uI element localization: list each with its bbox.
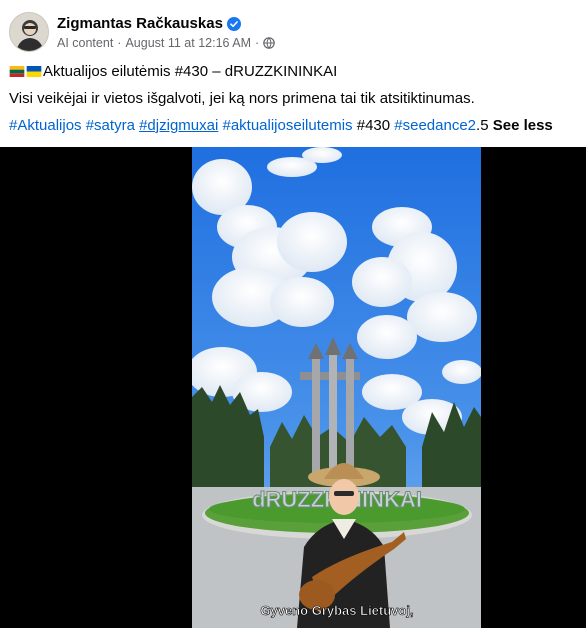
meta-separator: · [117,36,122,50]
meta-separator-2: · [255,36,260,50]
hashtag-link[interactable]: #Aktualijos [9,117,82,134]
verified-badge-icon [226,16,241,31]
author-name[interactable]: Zigmantas Račkauskas [57,15,241,32]
video-scene: dRUZZKININKAI Gyveno Grybas Lietuvoj, [192,147,481,628]
hashtag-link[interactable]: #seedance2 [394,117,476,134]
globe-icon[interactable] [263,37,276,49]
post-hashtags: #Aktualijos #satyra #djzigmuxai #aktuali… [9,117,553,134]
hashtag-link[interactable]: #djzigmuxai [139,117,218,134]
lithuania-flag-icon [9,66,25,77]
hashtag-link[interactable]: #satyra [86,117,135,134]
post-body: Visi veikėjai ir vietos išgalvoti, jei k… [9,90,475,107]
ukraine-flag-icon [26,66,42,77]
video-frame[interactable]: dRUZZKININKAI Gyveno Grybas Lietuvoj, [192,147,481,628]
author-name-text[interactable]: Zigmantas Račkauskas [57,15,223,32]
hashtag-plain: #430 [356,117,391,134]
see-less-button[interactable]: See less [493,117,553,134]
avatar[interactable] [9,12,49,52]
post-meta: AI content · August 11 at 12:16 AM · [57,36,276,50]
hashtag-link[interactable]: #aktualijoseilutemis [222,117,352,134]
post-header: Zigmantas Račkauskas AI content · August… [9,12,569,54]
ai-content-label[interactable]: AI content [57,36,113,50]
video-subtitle: Gyveno Grybas Lietuvoj, [260,603,413,618]
hashtag-suffix: .5 [476,117,489,134]
video-player[interactable]: dRUZZKININKAI Gyveno Grybas Lietuvoj, [0,147,586,628]
post-title-line: Aktualijos eilutėmis #430 – dRUZZKININKA… [9,63,337,80]
post-timestamp[interactable]: August 11 at 12:16 AM [125,36,251,50]
post-title: Aktualijos eilutėmis #430 – dRUZZKININKA… [43,63,338,80]
